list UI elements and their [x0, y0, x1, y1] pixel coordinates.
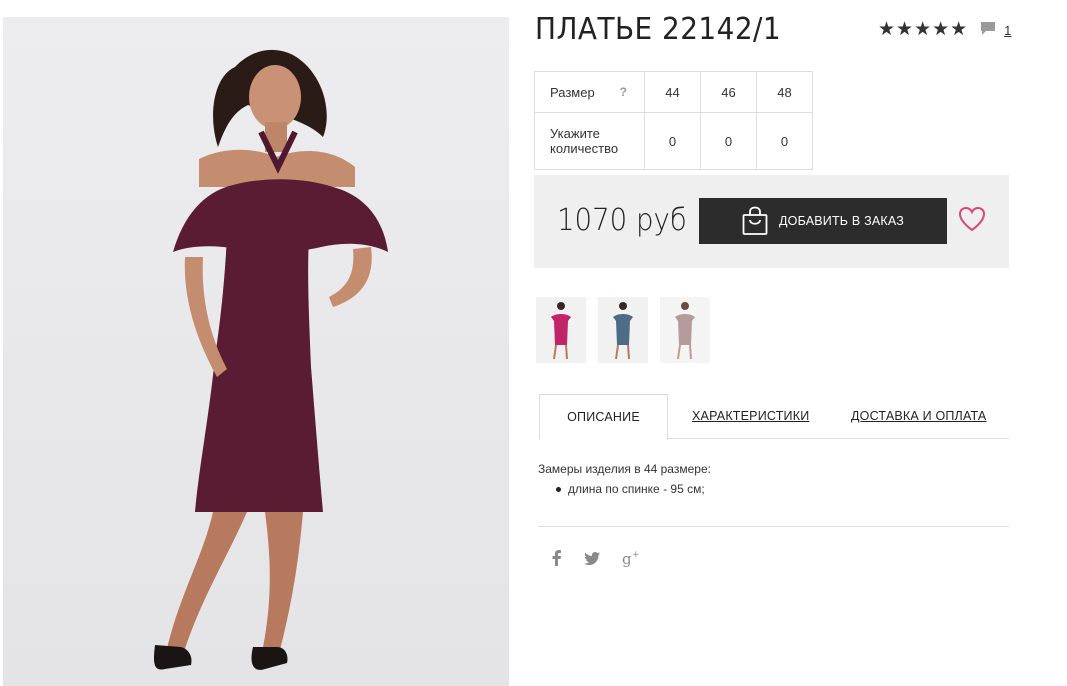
quantity-input-48[interactable]: 0	[756, 112, 813, 170]
svg-text:g: g	[622, 550, 632, 567]
product-tabs: ОПИСАНИЕ ХАРАКТЕРИСТИКИ ДОСТАВКА И ОПЛАТ…	[539, 394, 1009, 440]
tab-delivery-payment[interactable]: ДОСТАВКА И ОПЛАТА	[851, 394, 986, 438]
size-row: Размер ? 44 46 48	[534, 71, 813, 113]
product-title: ПЛАТЬЕ 22142/1	[535, 12, 782, 47]
thumbnail-magenta[interactable]	[536, 297, 586, 363]
price: 1070 руб	[557, 203, 687, 238]
color-thumbnails	[536, 297, 722, 363]
quantity-row: Укажите количество 0 0 0	[534, 112, 813, 170]
buy-box: 1070 руб ДОБАВИТЬ В ЗАКАЗ	[534, 175, 1009, 268]
google-plus-icon[interactable]: g +	[622, 549, 640, 572]
quantity-input-44[interactable]: 0	[644, 112, 701, 170]
add-to-order-button[interactable]: ДОБАВИТЬ В ЗАКАЗ	[699, 198, 947, 244]
rating-stars[interactable]: ★★★★★	[878, 20, 968, 39]
svg-text:+: +	[632, 550, 640, 560]
comment-icon[interactable]	[980, 21, 996, 41]
description-item: длина по спинке - 95 см;	[556, 482, 711, 496]
size-option-44[interactable]: 44	[644, 71, 701, 113]
rating-block: ★★★★★ 1	[878, 19, 1011, 41]
description-list: длина по спинке - 95 см;	[538, 482, 711, 496]
description-intro: Замеры изделия в 44 размере:	[538, 462, 711, 476]
size-help-icon[interactable]: ?	[620, 85, 627, 99]
product-main-photo[interactable]	[3, 17, 509, 686]
add-to-order-label: ДОБАВИТЬ В ЗАКАЗ	[778, 214, 904, 228]
social-share: g +	[552, 549, 662, 572]
shopping-bag-icon	[742, 206, 768, 235]
section-divider	[538, 526, 1009, 527]
size-label-cell: Размер ?	[534, 71, 645, 113]
heart-icon[interactable]	[958, 206, 986, 237]
description-content: Замеры изделия в 44 размере: длина по сп…	[538, 462, 711, 496]
thumbnail-pink[interactable]	[660, 297, 710, 363]
size-option-48[interactable]: 48	[756, 71, 813, 113]
size-option-46[interactable]: 46	[700, 71, 757, 113]
quantity-input-46[interactable]: 0	[700, 112, 757, 170]
thumbnail-blue[interactable]	[598, 297, 648, 363]
size-quantity-table: Размер ? 44 46 48 Укажите количество 0 0…	[534, 71, 813, 170]
tab-description[interactable]: ОПИСАНИЕ	[539, 394, 668, 440]
twitter-icon[interactable]	[584, 551, 600, 570]
tab-characteristics[interactable]: ХАРАКТЕРИСТИКИ	[692, 394, 809, 438]
comment-count-link[interactable]: 1	[1004, 23, 1011, 38]
quantity-label: Укажите количество	[534, 112, 645, 170]
size-label: Размер	[550, 84, 595, 100]
facebook-icon[interactable]	[552, 550, 562, 571]
